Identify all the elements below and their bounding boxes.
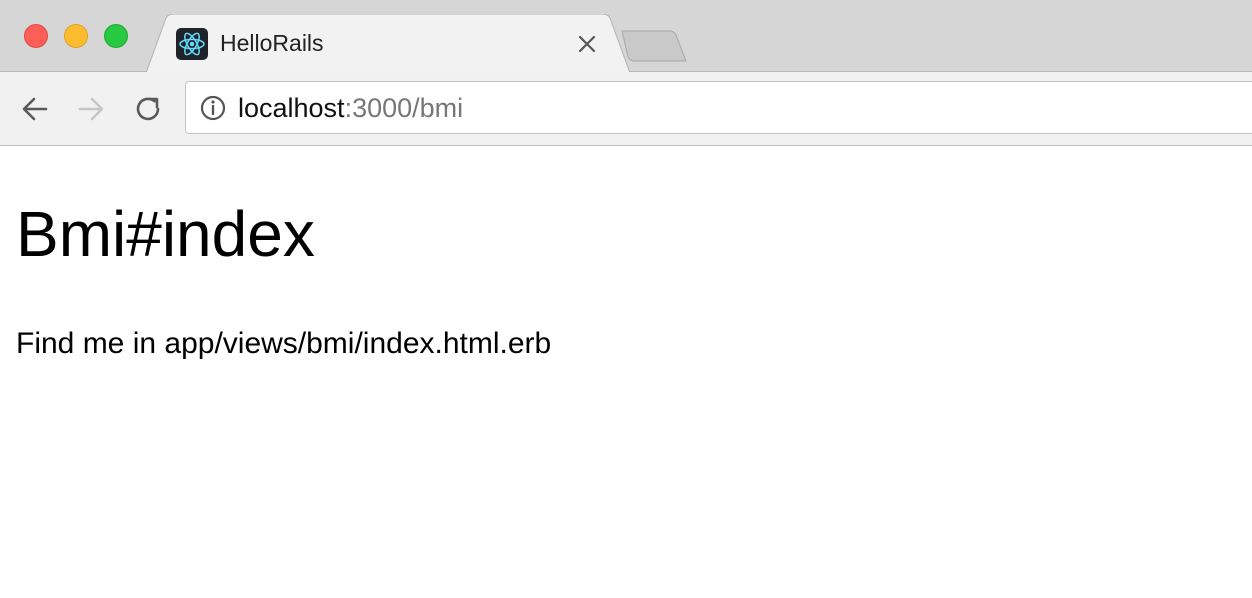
- arrow-right-icon[interactable]: [74, 92, 108, 126]
- page-title: Bmi#index: [16, 198, 315, 270]
- tab-title: HelloRails: [220, 30, 324, 56]
- url-host: localhost: [238, 93, 345, 123]
- info-icon[interactable]: [200, 95, 226, 121]
- tab-strip: HelloRails: [0, 0, 1252, 73]
- window-close-button[interactable]: [24, 24, 48, 48]
- address-bar[interactable]: localhost:3000/bmi: [185, 81, 1252, 134]
- tab-hellorails[interactable]: HelloRails: [146, 14, 630, 73]
- window-maximize-button[interactable]: [104, 24, 128, 48]
- close-icon[interactable]: [576, 33, 598, 55]
- browser-toolbar: localhost:3000/bmi: [0, 72, 1252, 146]
- tab-background: [146, 14, 630, 73]
- window-minimize-button[interactable]: [64, 24, 88, 48]
- react-atom-icon: [176, 28, 208, 60]
- new-tab-button[interactable]: [620, 29, 690, 63]
- url-path: :3000/bmi: [344, 93, 464, 123]
- url-text: localhost:3000/bmi: [238, 92, 463, 124]
- reload-icon[interactable]: [131, 92, 165, 126]
- browser-window: HelloRails localhost:3000/bmi Bmi#index …: [0, 0, 1252, 598]
- arrow-left-icon[interactable]: [18, 92, 52, 126]
- page-paragraph: Find me in app/views/bmi/index.html.erb: [16, 327, 552, 360]
